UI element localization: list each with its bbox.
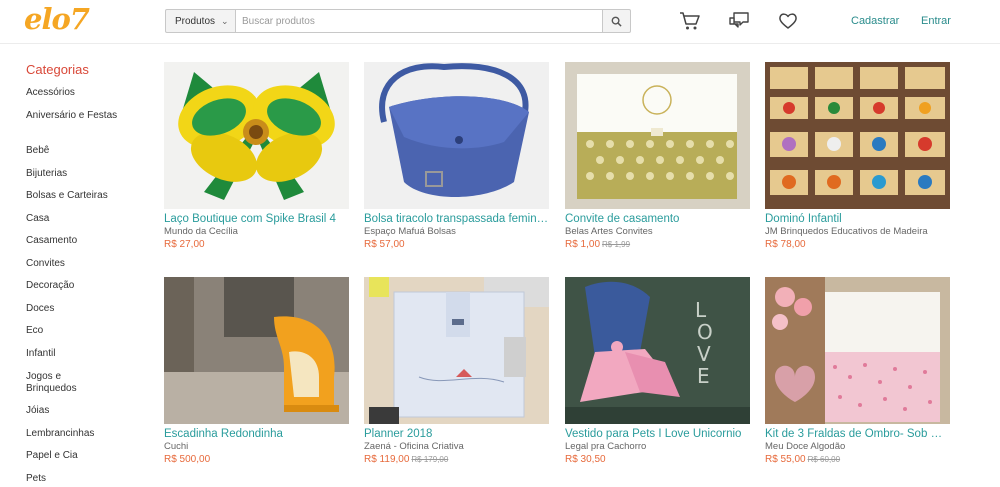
product-title[interactable]: Kit de 3 Fraldas de Ombro- Sob Medida [765,427,950,441]
heart-icon [779,13,797,29]
product-shop[interactable]: Mundo da Cecília [164,226,349,238]
price-value: R$ 30,50 [565,454,606,465]
product-shop[interactable]: Zaená - Oficina Criativa [364,441,549,453]
product-title[interactable]: Bolsa tiracolo transpassada feminina [364,212,549,226]
product-image[interactable] [164,62,349,209]
search-icon [611,16,622,27]
price-value: R$ 57,00 [364,239,405,250]
category-link[interactable]: Acessórios [26,87,75,99]
product-shop[interactable]: Meu Doce Algodão [765,441,950,453]
product-title[interactable]: Laço Boutique com Spike Brasil 4 [164,212,349,226]
favorites-button[interactable] [777,10,799,32]
product-price: R$ 1,00 R$ 1,99 [565,238,750,252]
product-card[interactable]: Escadinha Redondinha Cuchi R$ 500,00 [164,277,349,467]
price-value: R$ 78,00 [765,239,806,250]
product-card[interactable]: Dominó Infantil JM Brinquedos Educativos… [765,62,950,252]
category-link[interactable]: Casa [26,213,49,225]
product-price: R$ 27,00 [164,238,349,252]
product-card[interactable]: Kit de 3 Fraldas de Ombro- Sob Medida Me… [765,277,950,467]
header: elo7 Produtos ⌄ Cadastrar Entrar [0,0,1000,44]
product-price: R$ 30,50 [565,453,750,467]
category-link[interactable]: Jogos e Brinquedos [26,371,106,395]
product-card[interactable]: L O V E Vestido para Pets I Love Unicorn… [565,277,750,467]
product-card[interactable]: Bolsa tiracolo transpassada feminina Esp… [364,62,549,252]
price-value: R$ 27,00 [164,239,205,250]
sidebar-title: Categorias [26,62,89,77]
old-price: R$ 179,00 [411,455,449,464]
cart-icon [680,12,700,30]
svg-text:O: O [697,320,713,344]
product-shop[interactable]: Cuchi [164,441,349,453]
category-link[interactable]: Bolsas e Carteiras [26,190,108,202]
category-link[interactable]: Bebê [26,145,49,157]
product-shop[interactable]: Belas Artes Convites [565,226,750,238]
price-value: R$ 119,00 [364,454,410,465]
product-card[interactable]: Laço Boutique com Spike Brasil 4 Mundo d… [164,62,349,252]
category-link[interactable]: Jóias [26,405,49,417]
category-link[interactable]: Papel e Cia [26,450,78,462]
search-category-dropdown[interactable]: Produtos ⌄ [165,9,236,33]
search-bar: Produtos ⌄ [165,9,631,33]
price-value: R$ 500,00 [164,454,211,465]
chevron-down-icon: ⌄ [221,15,229,26]
product-price: R$ 55,00 R$ 60,00 [765,453,950,467]
product-image[interactable] [164,277,349,424]
old-price: R$ 1,99 [602,240,631,249]
product-title[interactable]: Planner 2018 [364,427,549,441]
category-link[interactable]: Eco [26,325,43,337]
old-price: R$ 60,00 [807,455,841,464]
category-link[interactable]: Aniversário e Festas [26,110,126,122]
signup-link[interactable]: Cadastrar [851,15,899,27]
product-price: R$ 57,00 [364,238,549,252]
product-image[interactable] [765,277,950,424]
product-image[interactable]: L O V E [565,277,750,424]
product-title[interactable]: Dominó Infantil [765,212,950,226]
category-link[interactable]: Convites [26,258,65,270]
price-value: R$ 1,00 [565,239,601,250]
svg-text:L: L [695,298,707,322]
login-link[interactable]: Entrar [921,15,951,27]
product-card[interactable]: Convite de casamento Belas Artes Convite… [565,62,750,252]
category-link[interactable]: Lembrancinhas [26,428,94,440]
messages-button[interactable] [728,10,750,32]
product-shop[interactable]: Espaço Mafuá Bolsas [364,226,549,238]
product-shop[interactable]: Legal pra Cachorro [565,441,750,453]
product-shop[interactable]: JM Brinquedos Educativos de Madeira [765,226,950,238]
category-link[interactable]: Bijuterias [26,168,67,180]
product-title[interactable]: Escadinha Redondinha [164,427,349,441]
product-image[interactable] [765,62,950,209]
search-category-label: Produtos [175,15,216,27]
product-price: R$ 78,00 [765,238,950,252]
category-link[interactable]: Infantil [26,348,55,360]
svg-text:V: V [697,342,711,366]
product-title[interactable]: Vestido para Pets I Love Unicornio [565,427,750,441]
category-link[interactable]: Doces [26,303,54,315]
product-card[interactable]: Planner 2018 Zaená - Oficina Criativa R$… [364,277,549,467]
product-title[interactable]: Convite de casamento [565,212,750,226]
svg-text:E: E [697,364,710,388]
search-button[interactable] [603,9,631,33]
product-price: R$ 500,00 [164,453,349,467]
category-link[interactable]: Pets [26,473,46,485]
search-input[interactable] [236,9,603,33]
product-image[interactable] [364,62,549,209]
category-link[interactable]: Decoração [26,280,74,292]
logo[interactable]: elo7 [24,2,90,36]
category-link[interactable]: Casamento [26,235,77,247]
cart-button[interactable] [679,10,701,32]
product-price: R$ 119,00 R$ 179,00 [364,453,549,467]
product-image[interactable] [364,277,549,424]
product-image[interactable] [565,62,750,209]
price-value: R$ 55,00 [765,454,806,465]
category-sidebar: Categorias Acessórios Aniversário e Fest… [26,62,146,484]
chat-icon [729,12,749,28]
